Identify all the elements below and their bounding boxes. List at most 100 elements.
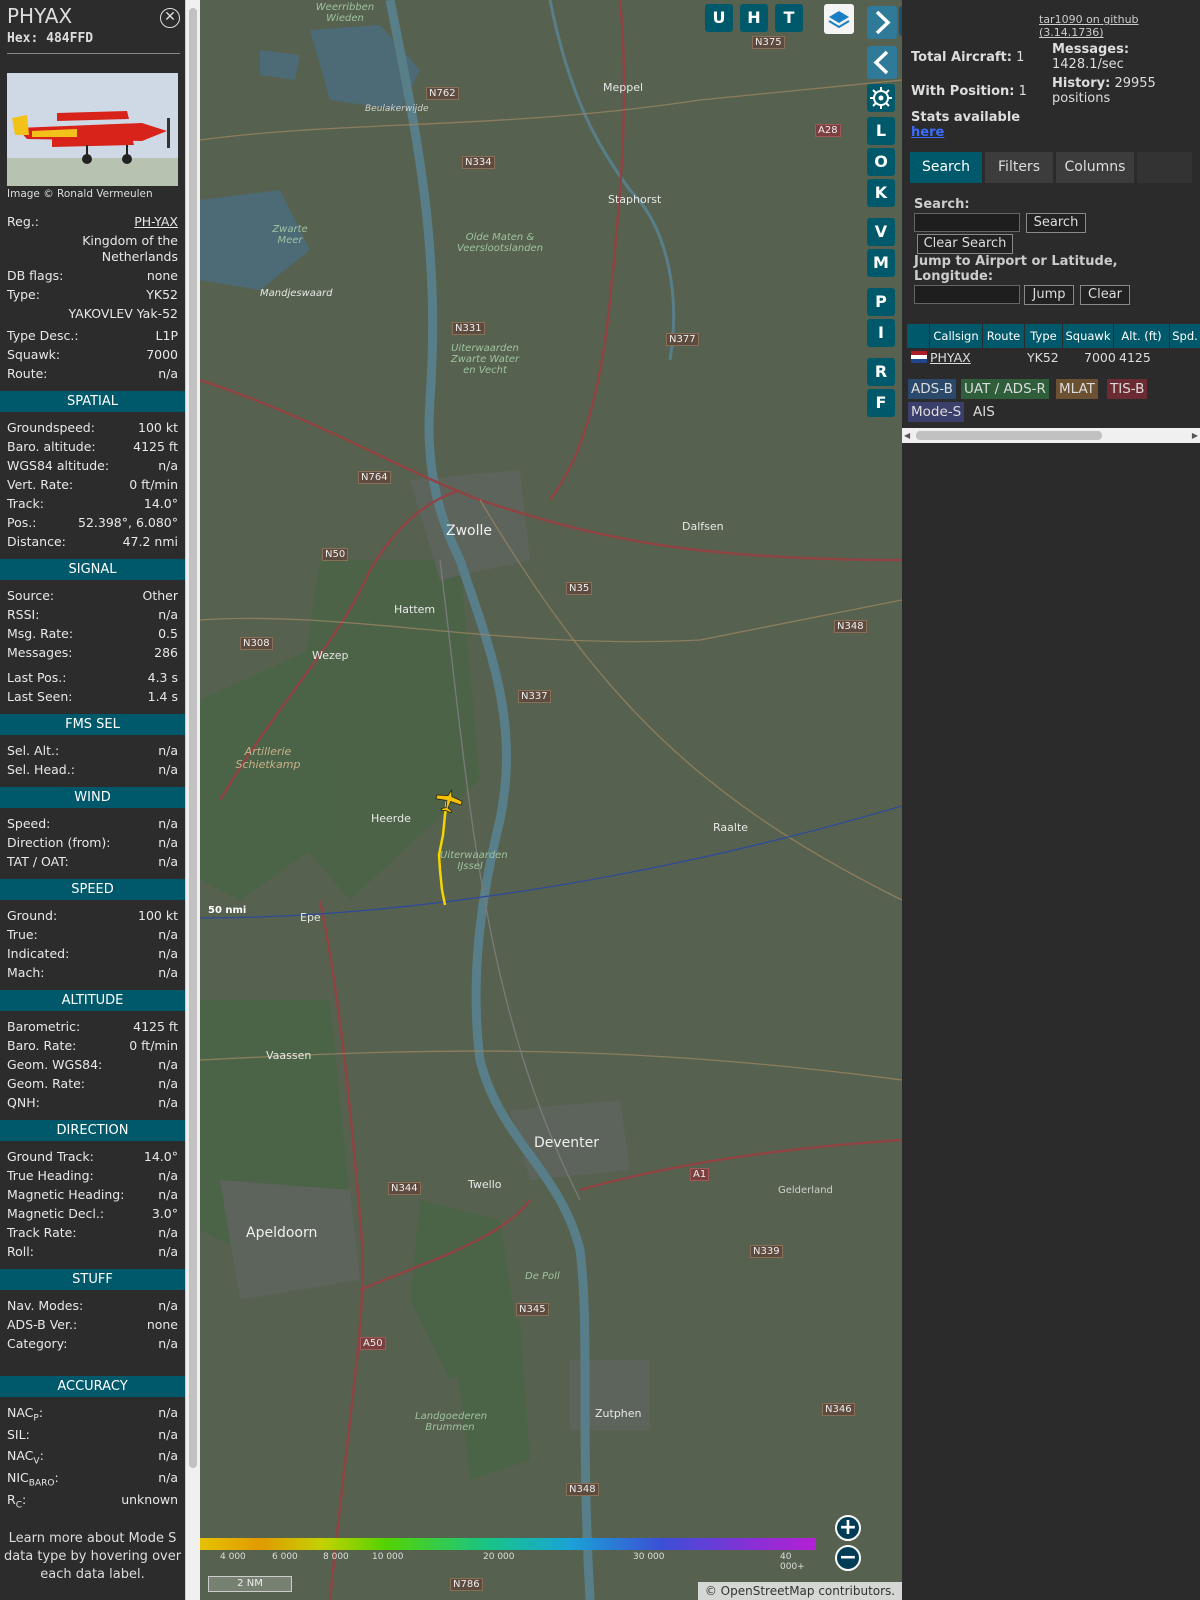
direction-row: Track Rate: n/a [7, 1225, 178, 1240]
column-header-type[interactable]: Type [1025, 324, 1062, 348]
search-input[interactable] [914, 213, 1020, 232]
chevron-left-icon[interactable] [867, 46, 897, 79]
sidebar-scrollbar[interactable] [185, 0, 200, 1600]
scroll-left-icon[interactable]: ◀ [904, 431, 910, 440]
with-position-value: 1 [1018, 84, 1027, 99]
tab-empty [1137, 152, 1192, 183]
m-button[interactable]: M [867, 249, 895, 277]
info-row-reg: Reg.: PH-YAX [7, 214, 178, 230]
altitude-row: Geom. WGS84: n/a [7, 1057, 178, 1072]
place-label: Hattem [394, 603, 436, 616]
r-button[interactable]: R [867, 358, 895, 386]
close-icon[interactable]: ✕ [160, 8, 180, 28]
t-button[interactable]: T [775, 4, 803, 32]
github-link[interactable]: tar1090 on github (3.14.1736) [1039, 13, 1200, 39]
stuff-row: Nav. Modes: n/a [7, 1298, 178, 1313]
column-header-callsign[interactable]: Callsign [930, 324, 982, 348]
aircraft-list-panel: tar1090 on github (3.14.1736) Total Airc… [902, 0, 1200, 1600]
spatial-row: Vert. Rate: 0 ft/min [7, 477, 178, 492]
place-label: Uiterwaarden Zwarte Water en Vecht [450, 343, 520, 376]
aircraft-details-sidebar: PHYAX Hex: 484FFD ✕ Image © Ronald Verme… [0, 0, 185, 1600]
tab-columns[interactable]: Columns [1056, 152, 1134, 183]
direction-row: Roll: n/a [7, 1244, 178, 1259]
total-aircraft-label: Total Aircraft: [911, 50, 1012, 65]
cell-callsign[interactable]: PHYAX [930, 350, 971, 366]
stats-link[interactable]: here [911, 125, 944, 140]
column-header-squawk[interactable]: Squawk [1063, 324, 1113, 348]
jump-input[interactable] [914, 285, 1020, 304]
place-label: Beulakerwijde [365, 104, 429, 114]
badge-ais: AIS [973, 404, 995, 420]
column-header-altitude[interactable]: Alt. (ft) [1114, 324, 1169, 348]
h-button[interactable]: H [740, 4, 768, 32]
road-shield: N308 [240, 637, 273, 650]
clear-search-button[interactable]: Clear Search [917, 234, 1013, 254]
i-button[interactable]: I [867, 319, 895, 347]
altitude-row: Barometric: 4125 ft [7, 1019, 178, 1034]
badge-mlat: MLAT [1056, 379, 1098, 399]
stuff-row: Category: n/a [7, 1336, 178, 1351]
scrollbar-thumb[interactable] [189, 8, 197, 1468]
place-label: Wezep [312, 649, 349, 662]
l-button[interactable]: L [867, 117, 895, 145]
place-label: Zwarte Meer [272, 224, 308, 246]
place-label: Zutphen [595, 1407, 642, 1420]
spatial-row: WGS84 altitude: n/a [7, 458, 178, 473]
divider [7, 53, 180, 54]
scroll-right-icon[interactable]: ▶ [1192, 431, 1198, 440]
clear-button[interactable]: Clear [1080, 285, 1130, 305]
registration-link[interactable]: PH-YAX [134, 214, 178, 230]
tab-filters[interactable]: Filters [985, 152, 1053, 183]
p-button[interactable]: P [867, 288, 895, 316]
road-shield: N331 [452, 322, 485, 335]
speed-row: Mach: n/a [7, 965, 178, 980]
aircraft-hex: Hex: 484FFD [7, 31, 94, 46]
column-header-route[interactable]: Route [983, 324, 1024, 348]
road-shield: N346 [822, 1403, 855, 1416]
info-row-typename: YAKOVLEV Yak-52 [68, 306, 178, 321]
road-shield: N344 [388, 1182, 421, 1195]
gear-icon[interactable] [867, 84, 895, 112]
badge-uat-adsr: UAT / ADS-R [961, 379, 1049, 399]
road-shield: N348 [566, 1483, 599, 1496]
road-shield: N334 [462, 156, 495, 169]
aircraft-photo[interactable] [7, 73, 178, 186]
aircraft-callsign: PHYAX [7, 4, 73, 28]
minus-icon[interactable]: − [835, 1545, 861, 1571]
section-direction: DIRECTION [0, 1120, 185, 1141]
road-shield: N375 [752, 36, 785, 49]
layers-icon[interactable] [824, 4, 854, 34]
scrollbar-thumb[interactable] [916, 431, 1102, 440]
search-button[interactable]: Search [1026, 213, 1086, 233]
wind-row: TAT / OAT: n/a [7, 854, 178, 869]
messages-label: Messages: [1052, 42, 1130, 57]
altitude-row: QNH: n/a [7, 1095, 178, 1110]
plus-icon[interactable]: + [835, 1515, 861, 1541]
place-label: Mandjeswaard [260, 288, 333, 299]
road-shield: N337 [518, 690, 551, 703]
map-attribution[interactable]: © OpenStreetMap contributors. [698, 1582, 902, 1600]
spatial-row: Baro. altitude: 4125 ft [7, 439, 178, 454]
road-shield: N377 [666, 333, 699, 346]
v-button[interactable]: V [867, 218, 895, 246]
signal-row: Source: Other [7, 588, 178, 603]
accuracy-row: RC: unknown [7, 1492, 178, 1511]
speed-row: Ground: 100 kt [7, 908, 178, 923]
k-button[interactable]: K [867, 179, 895, 207]
accuracy-row: SIL: n/a [7, 1427, 178, 1442]
o-button[interactable]: O [867, 148, 895, 176]
section-stuff: STUFF [0, 1269, 185, 1290]
jump-button[interactable]: Jump [1024, 285, 1074, 305]
horizontal-scrollbar[interactable]: ◀ ▶ [902, 428, 1200, 443]
column-header-speed[interactable]: Spd. [1170, 324, 1200, 348]
speed-row: True: n/a [7, 927, 178, 942]
tab-search[interactable]: Search [910, 152, 982, 183]
chevron-right-icon[interactable] [867, 6, 897, 39]
messages-value: 1428.1/sec [1052, 57, 1124, 72]
u-button[interactable]: U [705, 4, 733, 32]
info-row-dbflags: DB flags: none [7, 268, 178, 283]
f-button[interactable]: F [867, 389, 895, 417]
road-shield: N35 [566, 582, 593, 595]
search-label: Search: [914, 197, 970, 212]
map-view[interactable]: Meppel Staphorst Zwolle Dalfsen Hattem W… [200, 0, 902, 1600]
